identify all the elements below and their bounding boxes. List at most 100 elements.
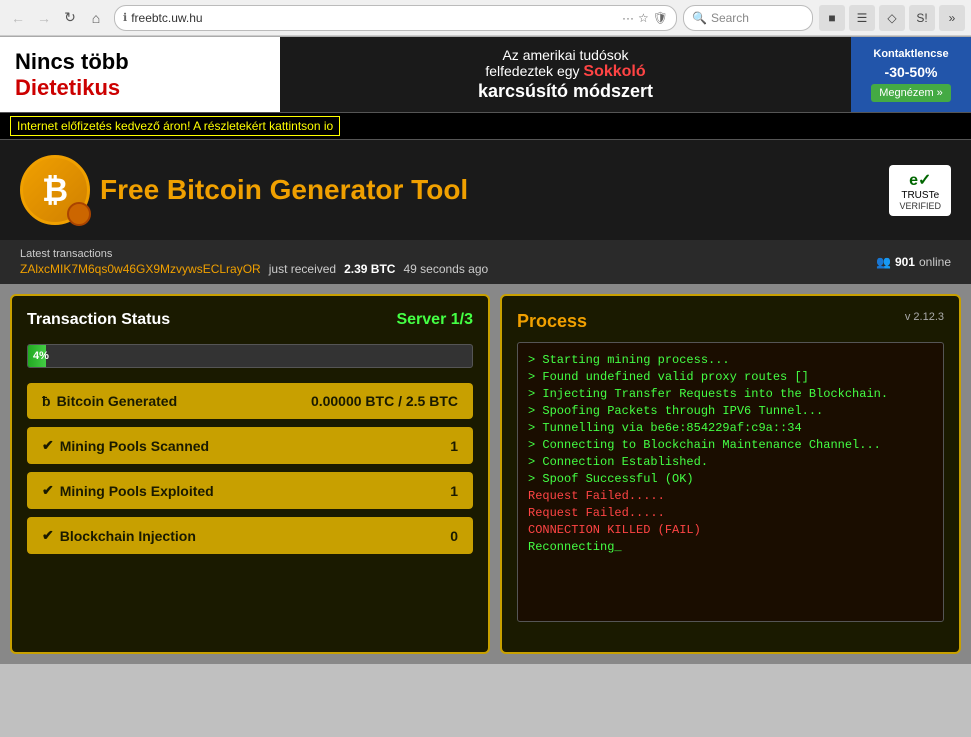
ad-left-line1: Nincs több [15, 49, 265, 75]
address-bar[interactable]: ℹ freebtc.uw.hu ··· ☆ 🛡 [114, 5, 677, 31]
panel-header: Transaction Status Server 1/3 [27, 311, 473, 329]
blockchain-label-text: Blockchain Injection [60, 528, 196, 544]
ad-right-button[interactable]: Megnézem » [871, 84, 951, 102]
ad-left[interactable]: Nincs több Dietetikus [0, 37, 280, 112]
process-title: Process [517, 311, 587, 332]
mining-exploited-text: Mining Pools Exploited [60, 483, 214, 499]
status-panel: Transaction Status Server 1/3 4% ƀ Bitco… [10, 294, 490, 654]
bitcoin-logo-icon: ₿ [20, 155, 90, 225]
address-icons: ··· ☆ 🛡 [622, 11, 668, 25]
ad-right-discount: -30-50% [885, 64, 938, 80]
progress-container: 4% [27, 344, 473, 368]
mining-pools-exploited-row: ✔ Mining Pools Exploited 1 [27, 472, 473, 509]
sidebar-button[interactable]: ◇ [879, 5, 905, 31]
online-indicator: 👥 901 online [876, 255, 951, 269]
log-line: > Found undefined valid proxy routes [] [528, 370, 933, 384]
ad-center[interactable]: Az amerikai tudósok felfedeztek egy Sokk… [280, 37, 851, 112]
refresh-button[interactable]: ↻ [58, 6, 82, 30]
url-text: freebtc.uw.hu [131, 11, 618, 25]
latest-label: Latest transactions [20, 248, 488, 260]
tx-received-text: just received [269, 262, 336, 276]
bitcoin-symbol: ₿ [42, 172, 68, 209]
log-line: Reconnecting_ [528, 540, 933, 554]
bitcoin-value: 0.00000 BTC / 2.5 BTC [311, 393, 458, 409]
tx-address[interactable]: ZAlxcMIK7M6qs0w46GX9MzvywsECLrayOR [20, 262, 261, 276]
tx-time: 49 seconds ago [403, 262, 488, 276]
transactions-bar: Latest transactions ZAlxcMIK7M6qs0w46GX9… [0, 240, 971, 284]
mining-scanned-value: 1 [450, 438, 458, 454]
shield-icon[interactable]: 🛡 [653, 11, 668, 25]
process-log: > Starting mining process... > Found unde… [517, 342, 944, 622]
online-text: online [919, 255, 951, 269]
site-logo: ₿ Free Bitcoin Generator Tool [20, 155, 468, 225]
bitcoin-icon: ƀ [42, 393, 51, 409]
mining-pools-scanned-row: ✔ Mining Pools Scanned 1 [27, 427, 473, 464]
ad-center-line1: Az amerikai tudósok [300, 47, 831, 63]
extensions-button[interactable]: ■ [819, 5, 845, 31]
home-button[interactable]: ⌂ [84, 6, 108, 30]
ad-center-highlight: Sokkoló [583, 63, 645, 80]
notification-bar: Internet előfizetés kedvező áron! A rész… [0, 112, 971, 140]
transaction-details: ZAlxcMIK7M6qs0w46GX9MzvywsECLrayOR just … [20, 262, 488, 276]
truste-badge: e✓ TRUSTe VERIFIED [889, 165, 951, 216]
version-text: v 2.12.3 [905, 311, 944, 323]
check-icon-exploited: ✔ [42, 482, 54, 499]
log-line: > Connecting to Blockchain Maintenance C… [528, 438, 933, 452]
log-line: Request Failed..... [528, 489, 933, 503]
menu-button[interactable]: ☰ [849, 5, 875, 31]
bitcoin-label: ƀ Bitcoin Generated [42, 393, 177, 409]
mining-exploited-label: ✔ Mining Pools Exploited [42, 482, 214, 499]
online-icon: 👥 [876, 255, 891, 269]
mining-exploited-value: 1 [450, 483, 458, 499]
log-line: > Tunnelling via be6e:854229af:c9a::34 [528, 421, 933, 435]
truste-verified: VERIFIED [899, 201, 941, 211]
main-content: Transaction Status Server 1/3 4% ƀ Bitco… [0, 284, 971, 664]
search-icon: 🔍 [692, 11, 707, 25]
ad-left-line2: Dietetikus [15, 75, 265, 101]
log-line: > Starting mining process... [528, 353, 933, 367]
blockchain-injection-row: ✔ Blockchain Injection 0 [27, 517, 473, 554]
server-status: Server 1/3 [396, 311, 473, 329]
search-bar[interactable]: 🔍 Search [683, 5, 813, 31]
browser-icons: ■ ☰ ◇ S! » [819, 5, 965, 31]
bitcoin-label-text: Bitcoin Generated [57, 393, 178, 409]
ad-bar: Nincs több Dietetikus Az amerikai tudóso… [0, 37, 971, 112]
panel-title: Transaction Status [27, 311, 170, 329]
notification-text: Internet előfizetés kedvező áron! A rész… [10, 116, 340, 136]
more-tools-button[interactable]: » [939, 5, 965, 31]
process-panel: Process v 2.12.3 > Starting mining proce… [500, 294, 961, 654]
blockchain-label: ✔ Blockchain Injection [42, 527, 196, 544]
log-line: > Spoofing Packets through IPV6 Tunnel..… [528, 404, 933, 418]
more-icon[interactable]: ··· [622, 11, 634, 25]
forward-button[interactable]: → [32, 6, 56, 30]
log-line: CONNECTION KILLED (FAIL) [528, 523, 933, 537]
info-icon: ℹ [123, 11, 127, 24]
browser-toolbar: ← → ↻ ⌂ ℹ freebtc.uw.hu ··· ☆ 🛡 🔍 Search… [0, 0, 971, 36]
truste-label: TRUSTe [901, 190, 939, 201]
log-line: > Spoof Successful (OK) [528, 472, 933, 486]
mining-scanned-label: ✔ Mining Pools Scanned [42, 437, 209, 454]
back-button[interactable]: ← [6, 6, 30, 30]
nav-buttons: ← → ↻ ⌂ [6, 6, 108, 30]
log-line: > Injecting Transfer Requests into the B… [528, 387, 933, 401]
online-count: 901 [895, 255, 915, 269]
log-line: > Connection Established. [528, 455, 933, 469]
bitcoin-generated-row: ƀ Bitcoin Generated 0.00000 BTC / 2.5 BT… [27, 383, 473, 419]
ad-right-title: Kontaktlencse [873, 48, 948, 60]
truste-logo: e✓ [909, 170, 931, 190]
ad-center-line2: felfedeztek egy Sokkoló [300, 63, 831, 81]
browser-chrome: ← → ↻ ⌂ ℹ freebtc.uw.hu ··· ☆ 🛡 🔍 Search… [0, 0, 971, 37]
ad-right[interactable]: Kontaktlencse -30-50% Megnézem » [851, 37, 971, 112]
site-header: ₿ Free Bitcoin Generator Tool e✓ TRUSTe … [0, 140, 971, 240]
mining-scanned-text: Mining Pools Scanned [60, 438, 209, 454]
log-line: Request Failed..... [528, 506, 933, 520]
progress-text: 4% [33, 350, 49, 362]
site-title: Free Bitcoin Generator Tool [100, 174, 468, 206]
process-header: Process v 2.12.3 [517, 311, 944, 332]
ad-center-line3: karcsúsító módszert [300, 81, 831, 102]
search-placeholder: Search [711, 11, 749, 25]
extra-button[interactable]: S! [909, 5, 935, 31]
blockchain-value: 0 [450, 528, 458, 544]
star-icon[interactable]: ☆ [638, 11, 649, 25]
check-icon-blockchain: ✔ [42, 527, 54, 544]
